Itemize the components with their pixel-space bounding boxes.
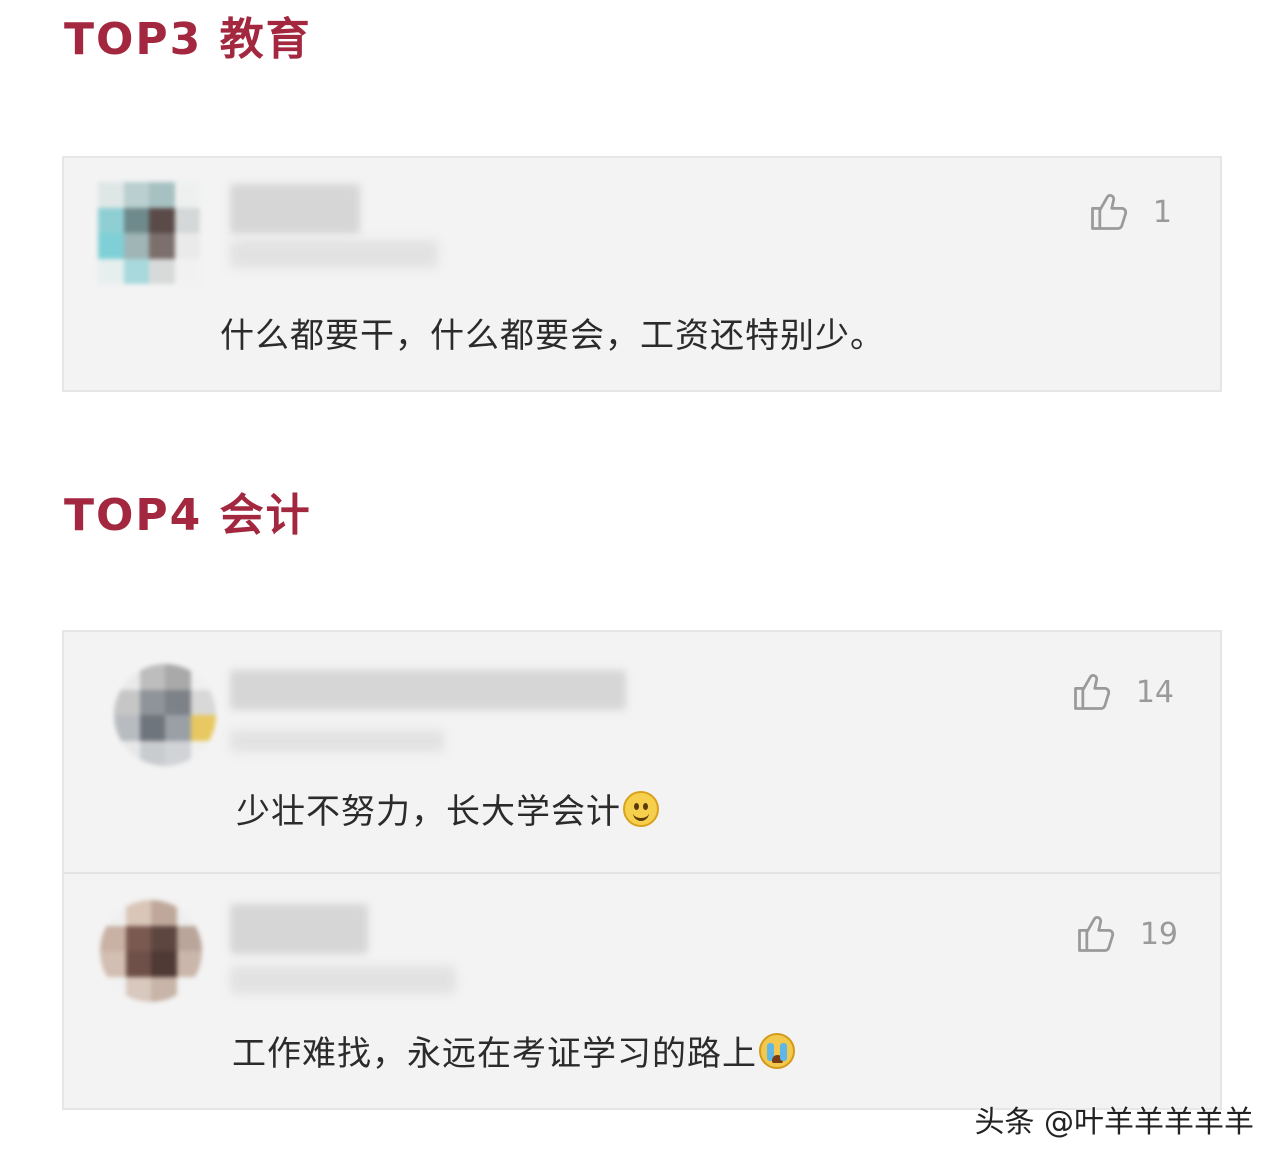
avatar-pixel	[114, 740, 140, 766]
avatar-pixel	[151, 976, 177, 1002]
avatar-pixel	[100, 976, 126, 1002]
username-blurred[interactable]	[230, 670, 626, 710]
avatar-pixel	[190, 664, 216, 690]
avatar-pixel	[190, 689, 216, 715]
user-avatar[interactable]	[100, 900, 202, 1002]
avatar-pixel	[174, 207, 200, 233]
avatar-pixel	[190, 715, 216, 741]
avatar-pixel	[176, 925, 202, 951]
avatar-pixel	[98, 233, 124, 259]
avatar-pixel	[151, 900, 177, 926]
avatar-pixel	[139, 689, 165, 715]
avatar-pixel	[100, 900, 126, 926]
like-button[interactable]: 1	[1087, 190, 1172, 234]
avatar-pixel	[125, 976, 151, 1002]
avatar-pixel	[123, 258, 149, 284]
comment-item: 14 少壮不努力，长大学会计	[64, 632, 1220, 872]
avatar-pixel	[114, 664, 140, 690]
like-count: 19	[1139, 916, 1178, 952]
thumbs-up-icon	[1091, 194, 1127, 230]
avatar-pixel	[174, 233, 200, 259]
comment-text: 少壮不努力，长大学会计	[236, 784, 659, 833]
avatar-pixel	[176, 951, 202, 977]
avatar-pixel	[174, 258, 200, 284]
comment-item: 1 什么都要干，什么都要会，工资还特别少。	[64, 158, 1220, 390]
avatar-pixel	[149, 207, 175, 233]
avatar-pixel	[123, 207, 149, 233]
avatar-pixel	[100, 951, 126, 977]
avatar-pixel	[100, 925, 126, 951]
comment-item: 19 工作难找，永远在考证学习的路上	[64, 872, 1220, 1108]
avatar-pixel	[149, 182, 175, 208]
user-meta-blurred	[230, 240, 438, 268]
like-count: 14	[1135, 674, 1174, 710]
avatar-pixel	[176, 976, 202, 1002]
avatar-pixel	[176, 900, 202, 926]
avatar-pixel	[165, 689, 191, 715]
username-blurred[interactable]	[230, 904, 368, 954]
avatar-pixel	[165, 740, 191, 766]
avatar-pixel	[139, 715, 165, 741]
avatar-pixel	[125, 951, 151, 977]
watermark: 头条 @叶羊羊羊羊羊	[974, 1105, 1254, 1140]
avatar-pixel	[98, 182, 124, 208]
comment-text-content: 工作难找，永远在考证学习的路上	[232, 1034, 757, 1074]
avatar-pixel	[151, 925, 177, 951]
section-title-top3: TOP3 教育	[64, 14, 312, 65]
avatar-pixel	[165, 664, 191, 690]
avatar-pixel	[98, 258, 124, 284]
avatar-pixel	[114, 689, 140, 715]
like-button[interactable]: 19	[1074, 912, 1178, 956]
avatar-pixel	[149, 233, 175, 259]
avatar-pixel	[98, 207, 124, 233]
avatar-pixel	[174, 182, 200, 208]
avatar-pixel	[125, 925, 151, 951]
user-avatar[interactable]	[114, 664, 216, 766]
thumbs-up-icon	[1073, 674, 1110, 710]
avatar-pixel	[139, 740, 165, 766]
avatar-pixel	[151, 951, 177, 977]
comment-text: 工作难找，永远在考证学习的路上	[232, 1026, 795, 1075]
avatar-pixel	[123, 182, 149, 208]
crying-emoji-icon	[759, 1032, 795, 1069]
smile-emoji-icon	[623, 790, 659, 827]
avatar-pixel	[165, 715, 191, 741]
user-meta-blurred	[230, 966, 456, 994]
avatar-pixel	[149, 258, 175, 284]
user-meta-blurred	[230, 730, 444, 752]
comment-card-top4: 14 少壮不努力，长大学会计 19 工作难找，永远在考证学习的路上	[62, 630, 1222, 1110]
avatar-pixel	[114, 715, 140, 741]
like-count: 1	[1152, 194, 1172, 230]
username-blurred[interactable]	[230, 184, 360, 234]
avatar-pixel	[139, 664, 165, 690]
comment-text-content: 少壮不努力，长大学会计	[236, 792, 621, 832]
user-avatar[interactable]	[98, 182, 200, 284]
thumbs-up-icon	[1077, 916, 1114, 952]
like-button[interactable]: 14	[1070, 670, 1174, 714]
avatar-pixel	[125, 900, 151, 926]
comment-text-content: 什么都要干，什么都要会，工资还特别少。	[220, 316, 885, 356]
comment-card-top3: 1 什么都要干，什么都要会，工资还特别少。	[62, 156, 1222, 392]
section-title-top4: TOP4 会计	[64, 490, 312, 541]
avatar-pixel	[190, 740, 216, 766]
comment-text: 什么都要干，什么都要会，工资还特别少。	[220, 308, 885, 357]
avatar-pixel	[123, 233, 149, 259]
